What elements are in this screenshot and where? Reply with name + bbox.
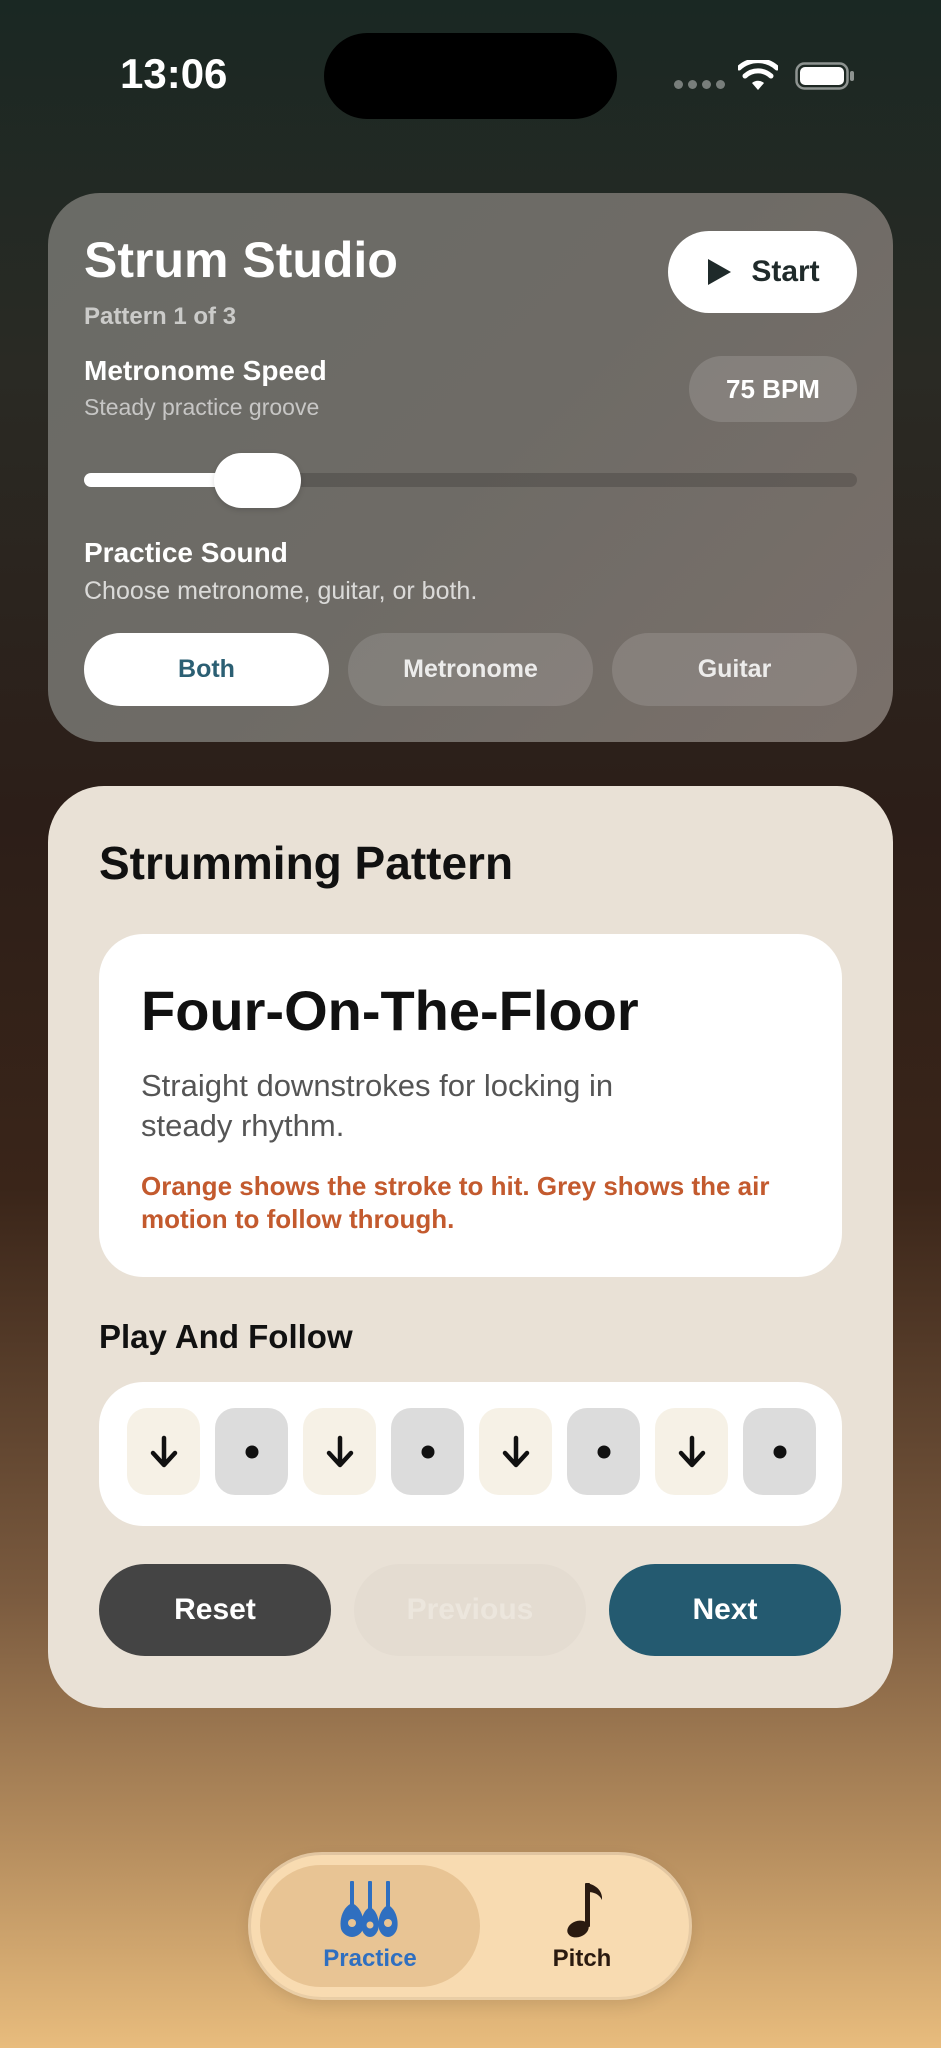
arrow-down-icon <box>502 1435 529 1467</box>
start-button[interactable]: Start <box>668 231 857 313</box>
tab-bar: Practice Pitch <box>251 1855 689 1997</box>
stroke-cell-air <box>743 1408 816 1495</box>
stroke-cell-down <box>303 1408 376 1495</box>
start-button-label: Start <box>751 255 820 288</box>
sound-option-guitar[interactable]: Guitar <box>612 633 857 706</box>
strumming-pattern-card: Strumming Pattern Four-On-The-Floor Stra… <box>48 786 893 1708</box>
stroke-sequence <box>127 1408 816 1495</box>
tab-pitch-label: Pitch <box>552 1945 612 1972</box>
stroke-cell-down <box>655 1408 728 1495</box>
stroke-cell-down <box>127 1408 200 1495</box>
app-title: Strum Studio <box>84 232 398 288</box>
previous-button[interactable]: Previous <box>354 1564 586 1656</box>
arrow-down-icon <box>150 1435 177 1467</box>
pattern-name: Four-On-The-Floor <box>141 979 639 1042</box>
play-icon <box>708 259 732 285</box>
stroke-cell-air <box>215 1408 288 1495</box>
stroke-cell-air <box>391 1408 464 1495</box>
dot-icon <box>773 1445 786 1458</box>
dot-icon <box>421 1445 434 1458</box>
practice-sound-description: Choose metronome, guitar, or both. <box>84 577 478 605</box>
stroke-cell-down <box>479 1408 552 1495</box>
metronome-speed-description: Steady practice groove <box>84 394 320 420</box>
metronome-speed-label: Metronome Speed <box>84 355 327 386</box>
guitars-icon <box>340 1881 398 1937</box>
tab-practice-label: Practice <box>323 1945 417 1972</box>
arrow-down-icon <box>326 1435 353 1467</box>
next-button[interactable]: Next <box>609 1564 841 1656</box>
practice-sound-label: Practice Sound <box>84 537 288 568</box>
music-note-icon <box>567 1883 602 1938</box>
sound-option-metronome[interactable]: Metronome <box>348 633 593 706</box>
arrow-down-icon <box>678 1435 705 1467</box>
dot-icon <box>245 1445 258 1458</box>
pattern-hint: Orange shows the stroke to hit. Grey sho… <box>141 1171 770 1234</box>
tab-practice[interactable]: Practice <box>260 1865 480 1987</box>
bpm-badge: 75 BPM <box>689 356 857 422</box>
stroke-sequence-box <box>99 1382 842 1526</box>
play-and-follow-label: Play And Follow <box>99 1318 353 1355</box>
pattern-counter: Pattern 1 of 3 <box>84 303 237 330</box>
studio-controls-card: Strum Studio Pattern 1 of 3 Start Metron… <box>48 193 893 742</box>
stroke-cell-air <box>567 1408 640 1495</box>
wifi-icon <box>738 60 778 90</box>
practice-sound-selector: Both Metronome Guitar <box>84 633 857 706</box>
dot-icon <box>597 1445 610 1458</box>
reset-button[interactable]: Reset <box>99 1564 331 1656</box>
status-time: 13:06 <box>120 50 228 97</box>
cellular-signal-icon <box>674 80 725 89</box>
pattern-description: Straight downstrokes for locking in stea… <box>141 1068 614 1143</box>
speed-slider-thumb[interactable] <box>214 453 302 508</box>
pattern-info-box: Four-On-The-Floor Straight downstrokes f… <box>99 934 842 1277</box>
dynamic-island <box>324 33 617 119</box>
pattern-heading: Strumming Pattern <box>99 837 514 889</box>
battery-icon <box>795 62 854 90</box>
sound-option-both[interactable]: Both <box>84 633 329 706</box>
pattern-actions: Reset Previous Next <box>99 1564 841 1656</box>
speed-slider-track[interactable] <box>84 473 857 487</box>
tab-pitch[interactable]: Pitch <box>484 1865 680 1987</box>
